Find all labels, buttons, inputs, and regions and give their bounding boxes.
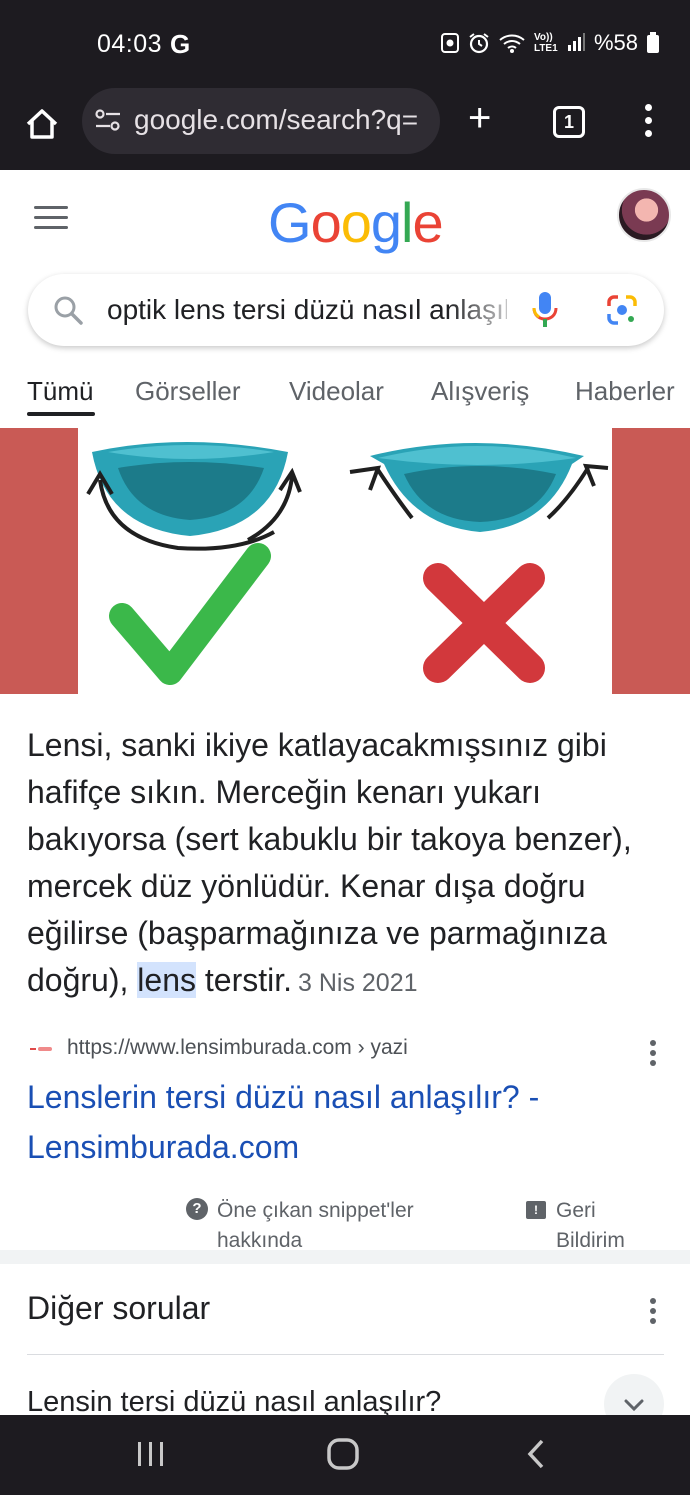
status-icons: Vo)) LTE1 %58 <box>440 30 660 56</box>
status-time: 04:03 <box>97 30 163 58</box>
alarm-icon <box>469 33 489 54</box>
feedback-icon: ! <box>526 1201 546 1219</box>
battery-percent: %58 <box>593 30 638 55</box>
browser-menu-icon[interactable] <box>645 104 655 144</box>
logo-letter: G <box>268 191 312 254</box>
other-questions-options-icon[interactable] <box>650 1298 658 1324</box>
android-nav-bar <box>0 1415 690 1495</box>
logo-letter: l <box>401 191 413 254</box>
active-tab-indicator <box>27 412 95 416</box>
tab-shopping[interactable]: Alışveriş <box>431 376 529 407</box>
snippet-highlight: lens <box>137 962 196 998</box>
hamburger-menu-icon[interactable] <box>34 206 68 232</box>
logo-letter: e <box>412 191 443 254</box>
new-tab-button[interactable]: + <box>468 98 491 138</box>
other-questions-heading: Diğer sorular <box>27 1290 211 1326</box>
result-title-link[interactable]: Lenslerin tersi düzü nasıl anlaşılır? - … <box>27 1072 627 1172</box>
address-bar[interactable]: google.com/search?q= <box>82 88 440 154</box>
tab-videos[interactable]: Videolar <box>289 376 384 407</box>
snippet-text-after: terstir. <box>195 962 292 998</box>
site-favicon-icon <box>30 1047 52 1051</box>
site-settings-icon[interactable] <box>94 106 122 134</box>
tab-all[interactable]: Tümü <box>27 376 93 407</box>
search-tabs: Tümü Görseller Videolar Alışveriş Haberl… <box>0 360 690 420</box>
google-lens-icon[interactable] <box>606 294 638 326</box>
network-label: Vo)) LTE1 <box>533 32 558 54</box>
signal-icon <box>567 33 585 51</box>
snippet-text-before: Lensi, sanki ikiye katlayacakmışsınız gi… <box>27 727 632 998</box>
snippet-date: 3 Nis 2021 <box>298 969 418 997</box>
result-url[interactable]: https://www.lensimburada.com › yazi <box>67 1036 408 1060</box>
back-icon[interactable] <box>522 1437 552 1471</box>
google-notification-icon: G <box>170 29 191 59</box>
search-icon <box>54 296 83 325</box>
result-source[interactable]: https://www.lensimburada.com › yazi <box>30 1036 660 1066</box>
home-nav-icon[interactable] <box>326 1437 360 1471</box>
address-text[interactable]: google.com/search?q= <box>134 104 430 136</box>
home-icon[interactable] <box>22 104 62 144</box>
avatar[interactable] <box>617 188 671 242</box>
recent-apps-icon[interactable] <box>136 1439 166 1469</box>
recycle-icon <box>440 33 459 53</box>
logo-letter: g <box>370 191 402 254</box>
tab-images[interactable]: Görseller <box>135 376 240 407</box>
lens-illustration <box>86 442 609 685</box>
microphone-icon[interactable] <box>530 290 560 330</box>
logo-letter: o <box>310 191 342 254</box>
featured-snippet-text: Lensi, sanki ikiye katlayacakmışsınız gi… <box>27 722 667 1007</box>
featured-image[interactable] <box>0 428 690 694</box>
wifi-icon <box>499 34 525 53</box>
tab-news[interactable]: Haberler <box>575 376 675 407</box>
search-box[interactable]: optik lens tersi düzü nasıl anlaşılır <box>28 274 664 346</box>
help-icon: ? <box>186 1198 208 1220</box>
browser-toolbar: google.com/search?q= + 1 <box>0 88 690 170</box>
divider <box>27 1354 664 1355</box>
google-logo[interactable]: Google <box>268 190 444 255</box>
result-options-icon[interactable] <box>650 1040 658 1066</box>
status-bar: 04:03 G Vo)) LTE1 %58 <box>0 0 690 88</box>
logo-letter: o <box>340 191 372 254</box>
google-header: Google <box>0 170 690 270</box>
battery-icon <box>647 32 659 53</box>
tab-switcher-button[interactable]: 1 <box>553 106 585 138</box>
section-divider <box>0 1250 690 1264</box>
search-input[interactable]: optik lens tersi düzü nasıl anlaşılır <box>107 294 507 326</box>
